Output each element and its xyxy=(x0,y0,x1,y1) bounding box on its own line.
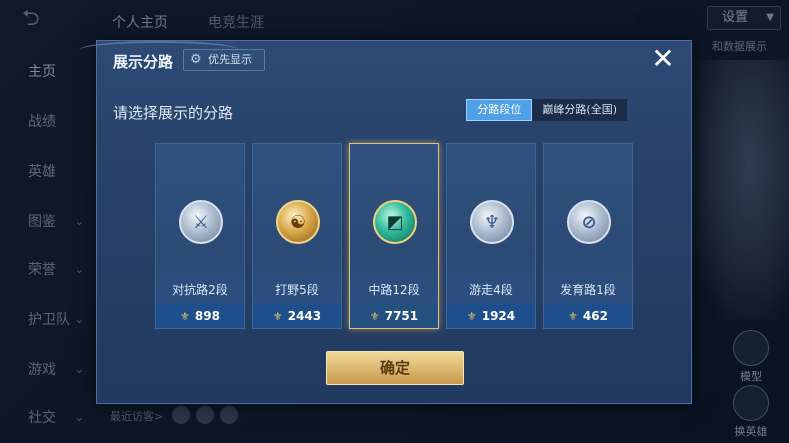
rank-flag-icon: ⚜ xyxy=(272,310,283,323)
rank-flag-icon: ⚜ xyxy=(180,310,190,323)
gear-icon: ⚙ xyxy=(190,52,202,67)
lane-card-roam[interactable]: ♆ 游走4段 ⚜ 1924 xyxy=(446,143,536,329)
lane-card-mid[interactable]: ◩ 中路12段 ⚜ 7751 xyxy=(349,143,439,329)
lane-cards: ⚔ 对抗路2段 ⚜ 898 ☯ 打野5段 ⚜ 2443 ◩ 中路12段 ⚜ 7751 … xyxy=(155,143,635,329)
lane-name: 打野5段 xyxy=(275,283,319,297)
score-value: 898 xyxy=(194,309,220,323)
score-value: 2443 xyxy=(287,309,322,323)
rank-flag-icon: ⚜ xyxy=(466,310,477,323)
lane-score: ⚜ 7751 xyxy=(350,304,438,328)
priority-label: 优先显示 xyxy=(208,53,252,66)
lane-name: 中路12段 xyxy=(368,283,420,297)
lane-name: 游走4段 xyxy=(469,283,513,297)
close-icon[interactable]: ✕ xyxy=(649,45,677,73)
lane-name: 发育路1段 xyxy=(560,283,616,297)
lane-score: ⚜ 898 xyxy=(156,304,244,328)
lane-score: ⚜ 1924 xyxy=(447,304,535,328)
lane-card-bot[interactable]: ⊘ 发育路1段 ⚜ 462 xyxy=(543,143,633,329)
rank-badge-icon: ⚔ xyxy=(179,200,223,244)
rank-flag-icon: ⚜ xyxy=(369,310,380,323)
lane-card-jungle[interactable]: ☯ 打野5段 ⚜ 2443 xyxy=(252,143,342,329)
lane-tabs: 分路段位 巅峰分路(全国) xyxy=(466,99,627,121)
rank-badge-icon: ⊘ xyxy=(567,200,611,244)
tab-peak-lane[interactable]: 巅峰分路(全国) xyxy=(532,99,627,121)
priority-display-button[interactable]: ⚙ 优先显示 xyxy=(183,49,265,71)
lane-name: 对抗路2段 xyxy=(172,283,228,297)
rank-badge-icon: ♆ xyxy=(470,200,514,244)
score-value: 7751 xyxy=(384,309,419,323)
rank-badge-icon: ☯ xyxy=(276,200,320,244)
lane-score: ⚜ 2443 xyxy=(253,304,341,328)
score-value: 462 xyxy=(582,309,608,323)
tab-lane-rank[interactable]: 分路段位 xyxy=(466,99,533,121)
lane-display-dialog: 展示分路 ⚙ 优先显示 ✕ 请选择展示的分路 分路段位 巅峰分路(全国) ⚔ 对… xyxy=(79,40,692,404)
dialog-title: 展示分路 xyxy=(113,53,174,71)
lane-score: ⚜ 462 xyxy=(544,304,632,328)
section-label: 请选择展示的分路 xyxy=(113,104,234,122)
dialog-header: 展示分路 ⚙ 优先显示 ✕ xyxy=(79,41,691,81)
rank-badge-icon: ◩ xyxy=(373,200,417,244)
rank-flag-icon: ⚜ xyxy=(568,310,578,323)
confirm-button[interactable]: 确定 xyxy=(326,351,464,385)
lane-card-top[interactable]: ⚔ 对抗路2段 ⚜ 898 xyxy=(155,143,245,329)
score-value: 1924 xyxy=(481,309,516,323)
